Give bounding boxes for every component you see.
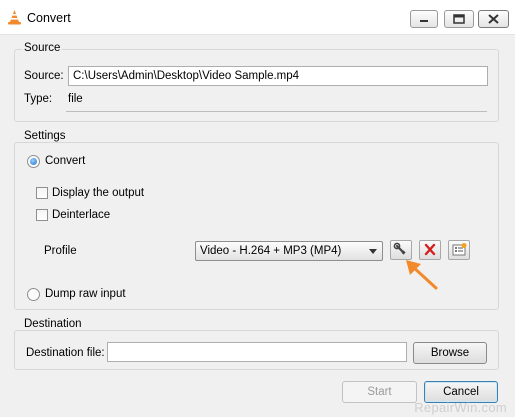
watermark: RepairWin.com [414,400,507,415]
source-divider [66,111,487,112]
new-profile-icon [452,243,467,256]
destination-file-field[interactable] [107,342,407,362]
annotation-arrow-icon [406,260,438,290]
dump-raw-label[interactable]: Dump raw input [45,288,126,300]
delete-profile-button[interactable] [419,240,441,260]
restore-button[interactable] [444,10,474,28]
close-icon [488,14,499,24]
browse-button[interactable]: Browse [413,342,487,364]
close-button[interactable] [478,10,509,28]
profile-dropdown-value: Video - H.264 + MP3 (MP4) [200,245,342,257]
convert-radio[interactable] [27,155,40,168]
dump-raw-radio[interactable] [27,288,40,301]
destination-file-label: Destination file: [26,347,105,359]
minimize-button[interactable] [410,10,438,28]
convert-radio-label[interactable]: Convert [45,155,85,167]
new-profile-button[interactable] [448,240,470,260]
vlc-cone-icon [8,10,21,25]
chevron-down-icon [369,249,377,254]
wrench-icon [393,242,406,255]
destination-group-label: Destination [22,318,84,330]
deinterlace-label[interactable]: Deinterlace [52,209,110,221]
type-label: Type: [24,93,53,105]
minimize-icon [420,20,428,22]
delete-icon [424,243,436,256]
display-output-checkbox[interactable] [36,187,48,199]
deinterlace-checkbox[interactable] [36,209,48,221]
profile-dropdown[interactable]: Video - H.264 + MP3 (MP4) [195,241,383,261]
restore-icon [453,14,465,24]
source-field[interactable]: C:\Users\Admin\Desktop\Video Sample.mp4 [68,66,488,86]
settings-group-label: Settings [22,130,68,142]
edit-profile-button[interactable] [390,240,412,260]
source-group-label: Source [22,42,63,54]
type-value: file [68,93,83,105]
profile-label: Profile [44,245,77,257]
source-label: Source: [24,70,64,82]
start-button[interactable]: Start [342,381,417,403]
display-output-label[interactable]: Display the output [52,187,144,199]
window-title: Convert [27,11,71,25]
